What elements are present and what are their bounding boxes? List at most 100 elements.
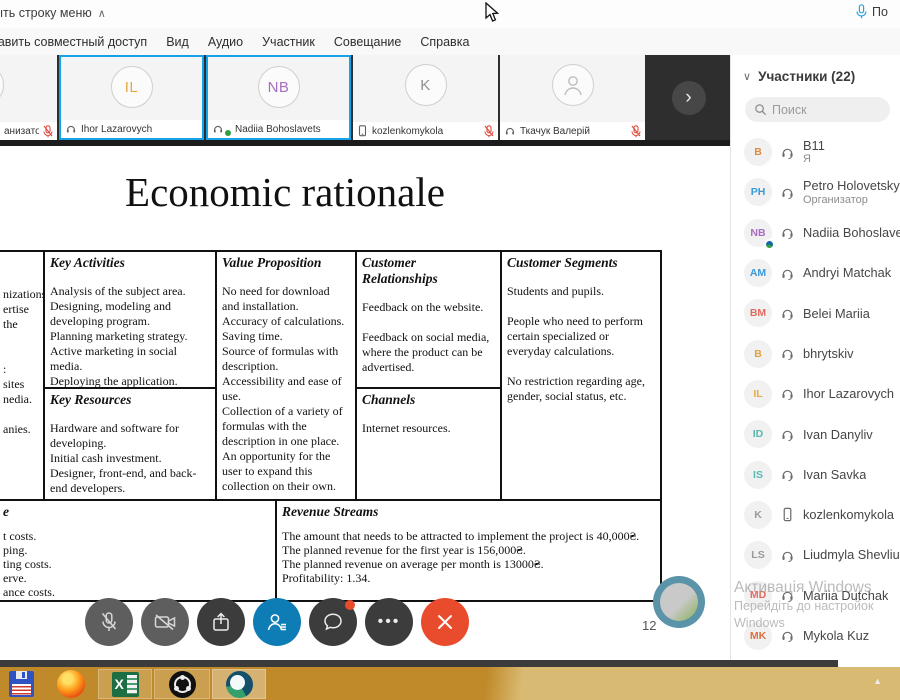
tray-expand-button[interactable]: ▲ (873, 676, 882, 686)
avatar: IL (744, 380, 772, 408)
video-thumbnail[interactable]: K kozlenkomykola (353, 55, 498, 140)
video-thumbnail[interactable]: IL Ihor Lazarovych (59, 55, 204, 140)
participant-name: Mykola Kuz (803, 628, 869, 643)
chat-icon (322, 611, 344, 633)
video-thumbnail-strip: анизатор) IL (0, 55, 730, 140)
participant-name: Petro Holovetskyi (803, 178, 900, 193)
avatar-initials: IL (125, 79, 139, 96)
menu-item[interactable]: ставить совместный доступ (0, 35, 147, 49)
participant-row[interactable]: MK Mykola Kuz (731, 616, 900, 656)
audio-status-indicator[interactable]: По (856, 4, 900, 19)
search-input[interactable] (772, 103, 882, 117)
windows-taskbar: X ▲ (0, 667, 900, 700)
video-thumbnail[interactable]: Ткачук Валерій (500, 55, 645, 140)
avatar-initials: IL (753, 388, 762, 400)
mic-muted-icon (99, 611, 119, 633)
headset-icon (504, 125, 516, 137)
participant-row[interactable]: LS Liudmyla Shevliuk (731, 535, 900, 575)
avatar: NB (258, 66, 300, 108)
headset-icon (212, 123, 224, 135)
participant-name: Ihor Lazarovych (803, 386, 894, 401)
leave-meeting-button[interactable] (421, 598, 469, 646)
avatar: IL (111, 66, 153, 108)
participant-row[interactable]: IS Ivan Savka (731, 454, 900, 494)
avatar-initials: IS (753, 469, 763, 481)
cell-cost-structure: e t costs.ping.ting costs.erve.ance cost… (0, 499, 277, 600)
participant-row[interactable]: B bhrytskiv (731, 333, 900, 373)
avatar-initials: AM (750, 267, 766, 279)
participant-row[interactable]: BM Belei Mariia (731, 293, 900, 333)
avatar: PH (744, 178, 772, 206)
menu-item[interactable]: Справка (420, 35, 469, 49)
headset-icon (65, 123, 77, 135)
participant-row[interactable]: AM Andryi Matchak (731, 253, 900, 293)
excel-icon[interactable]: X (98, 669, 152, 699)
more-options-button[interactable]: ••• (365, 598, 413, 646)
cell-key-activities: Key Activities Analysis of the subject a… (45, 252, 217, 387)
participant-name: B11 (803, 138, 825, 153)
avatar: K (405, 64, 447, 106)
muted-mic-icon (631, 125, 641, 138)
participants-panel-title: Участники (22) (758, 69, 855, 84)
participant-name: Ivan Savka (803, 467, 866, 482)
mute-button[interactable] (85, 598, 133, 646)
menu-item[interactable]: Совещание (334, 35, 402, 49)
headset-icon (780, 225, 795, 240)
business-model-canvas: nizationsertisethe:sitesnedia.anies. Key… (0, 250, 662, 602)
share-content-button[interactable] (197, 598, 245, 646)
participant-name: Ivan Danyliv (803, 427, 873, 442)
avatar: ID (744, 420, 772, 448)
avatar: K (744, 501, 772, 529)
microphone-icon (856, 4, 867, 19)
phone-icon (357, 125, 368, 137)
search-icon (754, 103, 767, 116)
floppy-disk-icon[interactable] (6, 669, 36, 699)
headset-icon (780, 306, 795, 321)
obs-studio-icon[interactable] (154, 669, 210, 699)
camera-button[interactable] (141, 598, 189, 646)
sharing-badge (225, 130, 231, 136)
headset-icon (780, 548, 795, 563)
video-thumbnail-partial[interactable]: анизатор) (0, 55, 57, 140)
headset-icon (780, 145, 795, 160)
participant-list: B B11 Я PH (731, 132, 900, 656)
participant-row[interactable]: K kozlenkomykola (731, 495, 900, 535)
participants-button[interactable] (253, 598, 301, 646)
menu-item[interactable]: Аудио (208, 35, 243, 49)
chat-button[interactable] (309, 598, 357, 646)
person-silhouette-icon (560, 72, 586, 98)
avatar-initials: NB (268, 79, 290, 96)
participant-row[interactable]: ID Ivan Danyliv (731, 414, 900, 454)
webex-icon[interactable] (212, 669, 266, 699)
menu-item[interactable]: Участник (262, 35, 315, 49)
participant-row[interactable]: MD Mariia Dutchak (731, 575, 900, 615)
avatar-initials: B (754, 146, 762, 158)
firefox-icon[interactable] (52, 669, 90, 699)
chat-notification-dot (345, 600, 355, 610)
avatar: LS (744, 541, 772, 569)
menu-item[interactable]: Вид (166, 35, 189, 49)
video-thumbnail[interactable]: NB Nadiia Bohoslavets (206, 55, 351, 140)
muted-mic-icon (43, 125, 53, 138)
webcam-bubble[interactable] (653, 576, 705, 628)
next-participants-button[interactable]: › (672, 81, 706, 115)
participant-row[interactable]: B B11 Я (731, 132, 900, 172)
participant-search (745, 97, 890, 122)
cell-channels: Channels Internet resources. (357, 387, 502, 499)
window-titlebar: ыть строку меню ∧ По (0, 0, 900, 28)
participant-row[interactable]: PH Petro Holovetskyi Организатор (731, 172, 900, 212)
participants-panel-header[interactable]: ∨ Участники (22) (731, 55, 900, 84)
close-icon (436, 613, 454, 631)
avatar: IS (744, 461, 772, 489)
avatar (552, 64, 594, 106)
phone-icon (780, 507, 795, 522)
participant-row[interactable]: NB Nadiia Bohoslavets (731, 213, 900, 253)
audio-status-label: По (872, 5, 888, 19)
cell-value-proposition: Value Proposition No need for download a… (217, 252, 357, 499)
headset-icon (780, 588, 795, 603)
headset-icon (780, 266, 795, 281)
participant-name-label: kozlenkomykola (372, 126, 480, 137)
hide-menubar-button[interactable]: ыть строку меню ∧ (0, 6, 106, 20)
participant-row[interactable]: IL Ihor Lazarovych (731, 374, 900, 414)
participants-icon (266, 611, 288, 633)
